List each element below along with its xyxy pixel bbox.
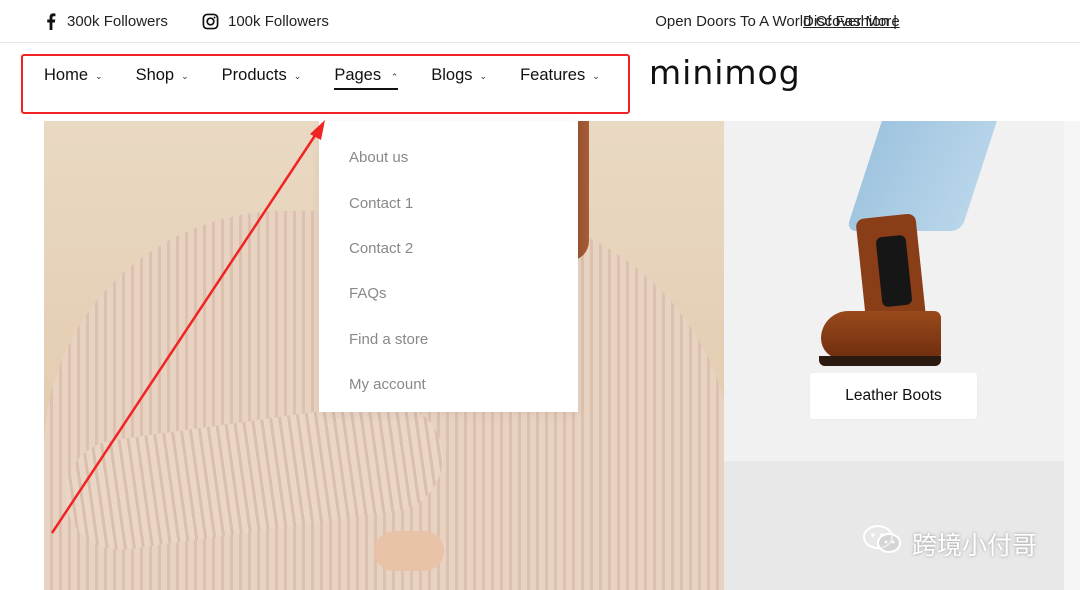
chevron-down-icon: ⌄: [293, 70, 302, 81]
wechat-icon: [862, 524, 904, 563]
header: Home ⌄ Shop ⌄ Products ⌄ Pages ⌃ Blogs ⌄: [0, 43, 1080, 121]
nav-item-active-underline: Pages ⌃: [334, 65, 399, 90]
chevron-down-icon: ⌄: [95, 70, 103, 81]
menu-item-about-us[interactable]: About us: [319, 135, 578, 180]
menu-item-my-account[interactable]: My account: [319, 362, 578, 407]
instagram-followers-label: 100k Followers: [228, 13, 329, 30]
watermark-text: 跨境小付哥: [912, 531, 1038, 560]
boot-illustration: [819, 213, 944, 371]
menu-item-faqs[interactable]: FAQs: [319, 271, 578, 316]
facebook-followers-label: 300k Followers: [67, 13, 168, 30]
nav-item-label: Features: [520, 65, 586, 84]
top-bar: 300k Followers 100k Followers Open Doors…: [0, 0, 1080, 43]
facebook-followers[interactable]: 300k Followers: [44, 0, 168, 43]
carousel-edge: [1064, 121, 1080, 590]
chevron-down-icon: ⌄: [479, 70, 488, 81]
nav-item-pages[interactable]: Pages ⌃: [334, 43, 399, 107]
chevron-down-icon: ⌄: [181, 70, 189, 81]
instagram-followers[interactable]: 100k Followers: [202, 0, 329, 43]
hand-shape: [374, 531, 444, 571]
nav-item-home[interactable]: Home ⌄: [44, 43, 103, 107]
nav-item-features[interactable]: Features ⌄: [520, 43, 600, 107]
chevron-up-icon: ⌃: [390, 71, 399, 82]
discover-more-link[interactable]: Discover More: [803, 0, 900, 43]
nav-item-label: Products: [221, 65, 287, 84]
main-nav: Home ⌄ Shop ⌄ Products ⌄ Pages ⌃ Blogs ⌄: [44, 43, 633, 107]
leather-boots-button[interactable]: Leather Boots: [810, 373, 977, 419]
nav-item-label: Shop: [135, 65, 175, 84]
nav-item-label: Blogs: [431, 65, 473, 84]
menu-item-find-a-store[interactable]: Find a store: [319, 317, 578, 362]
jeans-shape: [846, 121, 997, 231]
watermark: 跨境小付哥: [862, 524, 1037, 563]
nav-item-products[interactable]: Products ⌄: [222, 43, 302, 107]
nav-item-shop[interactable]: Shop ⌄: [136, 43, 189, 107]
nav-item-label: Home: [44, 65, 89, 84]
pages-dropdown-menu: About us Contact 1 Contact 2 FAQs Find a…: [319, 121, 578, 412]
facebook-icon: [44, 13, 58, 30]
page: 300k Followers 100k Followers Open Doors…: [0, 0, 1080, 590]
instagram-icon: [202, 13, 219, 30]
menu-item-contact-1[interactable]: Contact 1: [319, 180, 578, 225]
nav-item-label: Pages: [334, 65, 382, 84]
nav-item-blogs[interactable]: Blogs ⌄: [431, 43, 487, 107]
site-logo[interactable]: minimog: [649, 53, 801, 93]
chevron-down-icon: ⌄: [592, 70, 600, 81]
menu-item-contact-2[interactable]: Contact 2: [319, 226, 578, 271]
